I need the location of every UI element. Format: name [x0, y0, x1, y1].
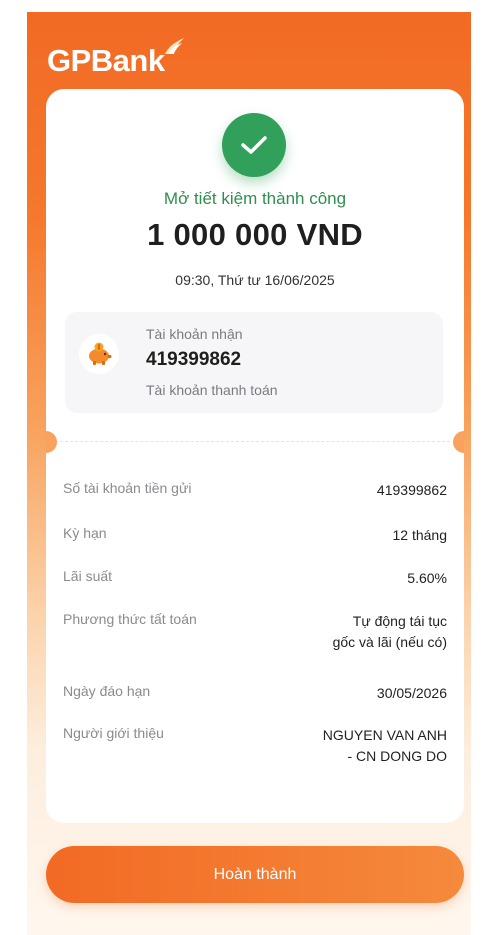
dashed-divider	[60, 441, 450, 442]
detail-value-line: Tự động tái tục	[352, 613, 447, 629]
ticket-notch-left	[46, 431, 57, 453]
receiving-account-type: Tài khoản thanh toán	[146, 382, 278, 398]
done-button[interactable]: Hoàn thành	[46, 846, 464, 903]
logo-text: GPBank	[47, 43, 165, 78]
detail-label: Kỳ hạn	[63, 525, 107, 541]
detail-label: Người giới thiệu	[63, 725, 164, 741]
logo-wing-icon	[164, 38, 184, 54]
receiving-account-box: Tài khoản nhận 419399862 Tài khoản thanh…	[65, 312, 443, 413]
app-screen: GPBank Mở tiết kiệm thành công 1 000 000…	[27, 12, 471, 935]
detail-value: 30/05/2026	[376, 685, 447, 701]
detail-value-line: gốc và lãi (nếu có)	[332, 634, 447, 650]
amount: 1 000 000 VND	[147, 217, 363, 252]
detail-label: Số tài khoản tiền gửi	[63, 480, 192, 496]
gpbank-logo: GPBank	[47, 38, 185, 78]
status-message: Mở tiết kiệm thành công	[163, 189, 347, 208]
receiving-account-label: Tài khoản nhận	[146, 326, 243, 342]
detail-label: Ngày đáo hạn	[63, 683, 151, 699]
result-card: Mở tiết kiệm thành công 1 000 000 VND 09…	[46, 89, 464, 823]
receiving-account-number: 419399862	[146, 349, 242, 370]
detail-value: 419399862	[376, 482, 447, 498]
detail-value: NGUYEN VAN ANH - CN DONG DO	[323, 725, 447, 767]
detail-label: Lãi suất	[63, 568, 113, 584]
detail-value-line: - CN DONG DO	[347, 748, 447, 764]
detail-label: Phương thức tất toán	[63, 611, 197, 627]
detail-value-line: NGUYEN VAN ANH	[322, 727, 447, 743]
detail-value: Tự động tái tục gốc và lãi (nếu có)	[333, 611, 447, 653]
transaction-datetime: 09:30, Thứ tư 16/06/2025	[175, 272, 335, 288]
ticket-notch-right	[453, 431, 464, 453]
detail-value: 5.60%	[407, 570, 447, 586]
success-check-icon	[222, 113, 286, 177]
detail-value: 12 tháng	[392, 527, 448, 543]
piggy-bank-icon	[79, 334, 119, 374]
